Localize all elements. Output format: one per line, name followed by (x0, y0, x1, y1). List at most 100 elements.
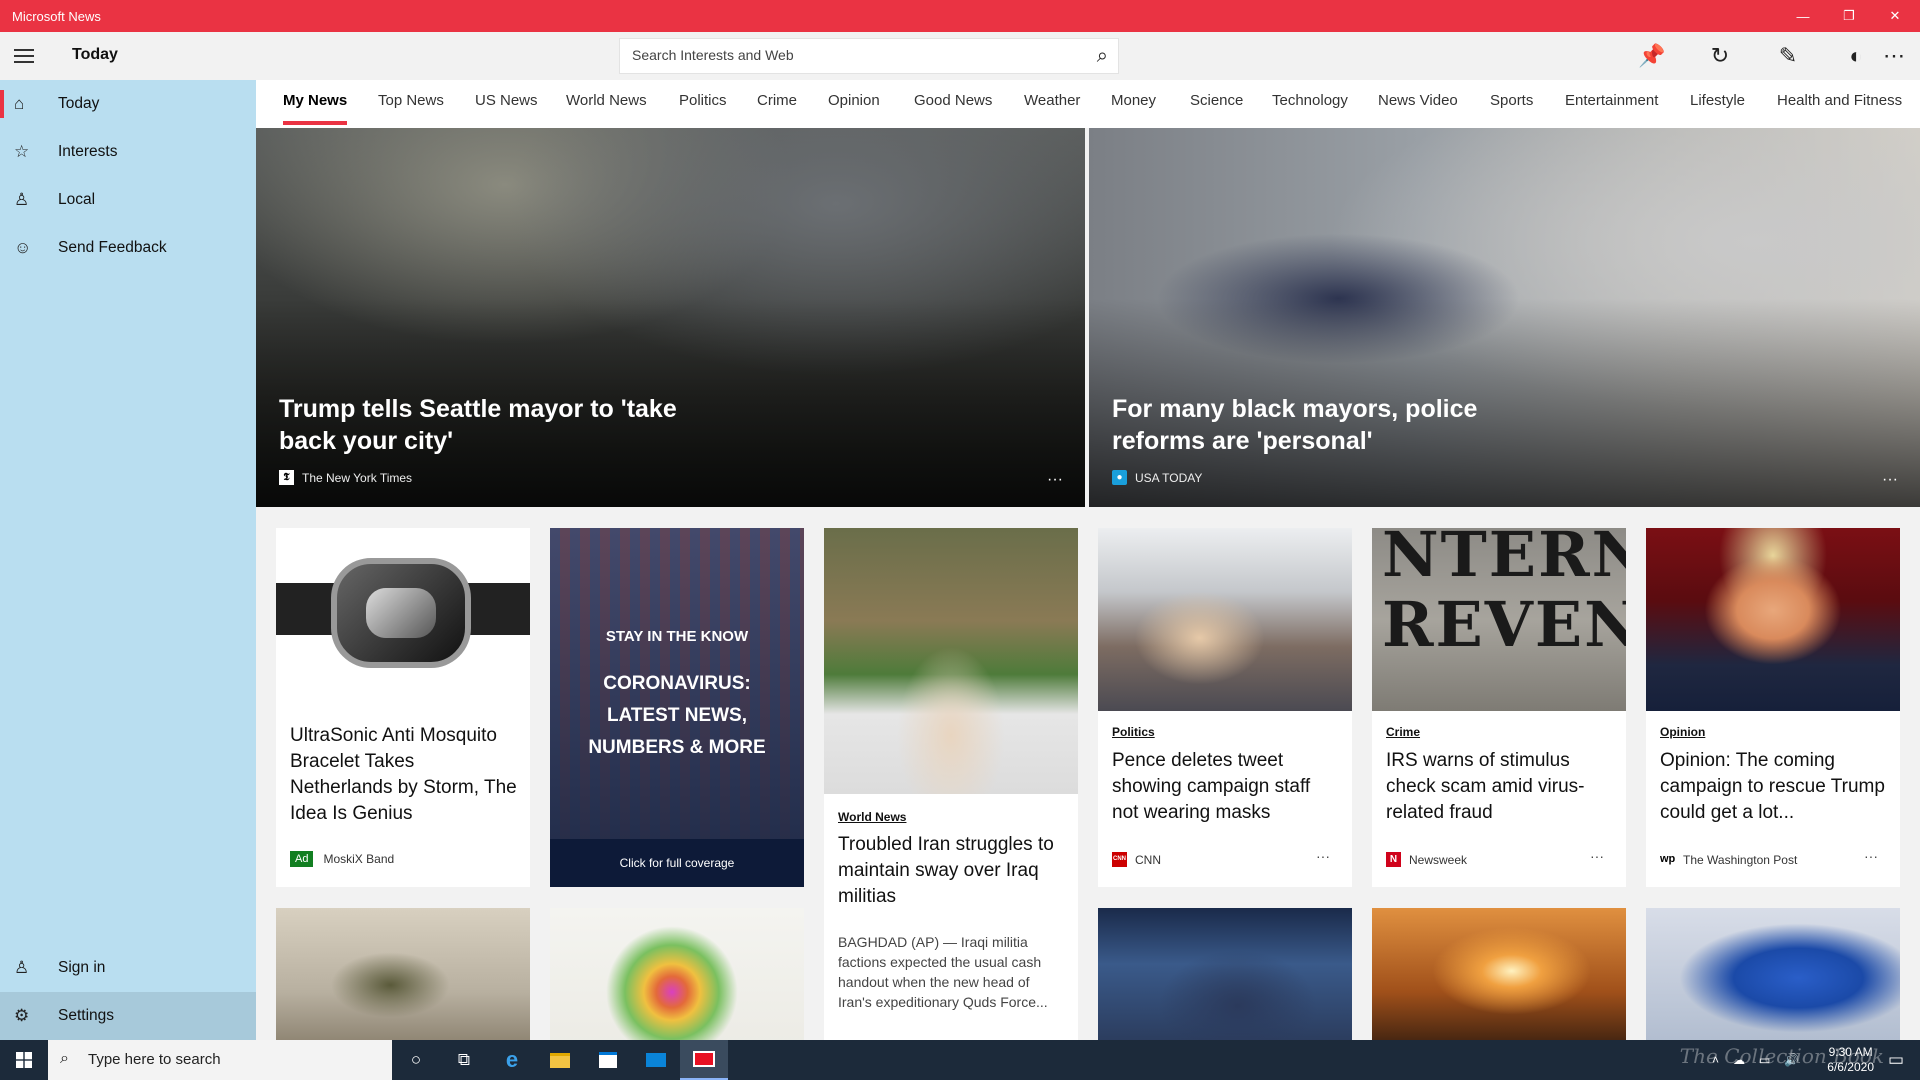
story-image (824, 528, 1078, 794)
microsoft-news-taskbar-icon[interactable] (680, 1040, 728, 1080)
sidebar-header: Today (0, 32, 256, 80)
sidebar-item-label: Send Feedback (58, 239, 167, 256)
tab-lifestyle[interactable]: Lifestyle (1690, 92, 1745, 109)
smiley-icon: ☺ (14, 238, 32, 257)
sidebar-item-local[interactable]: ♙ Local (0, 176, 256, 224)
gear-icon: ⚙ (14, 1006, 30, 1025)
tab-opinion[interactable]: Opinion (828, 92, 880, 109)
cortana-icon[interactable]: ○ (392, 1040, 440, 1080)
sidebar-item-send-feedback[interactable]: ☺ Send Feedback (0, 224, 256, 272)
hero-source: 𝕿 The New York Times (279, 470, 412, 485)
edit-icon[interactable]: ✎ (1770, 40, 1806, 72)
card-category[interactable]: Opinion (1660, 725, 1705, 739)
irs-building-lettering: NTERN REVEN (1382, 528, 1626, 661)
more-options-icon[interactable]: ··· (1316, 848, 1330, 864)
story-card-iran[interactable]: World News Troubled Iran struggles to ma… (824, 528, 1078, 1040)
close-button[interactable]: ✕ (1872, 0, 1918, 32)
story-card-partial[interactable] (1098, 908, 1352, 1040)
tab-top-news[interactable]: Top News (378, 92, 444, 109)
tab-my-news[interactable]: My News (283, 92, 348, 125)
card-category[interactable]: World News (838, 810, 906, 824)
clock-date: 6/6/2020 (1827, 1060, 1874, 1074)
more-options-icon[interactable]: ··· (1864, 848, 1878, 864)
sidebar-item-settings[interactable]: ⚙ Settings (0, 992, 256, 1040)
story-card-partial[interactable] (1372, 908, 1626, 1040)
notifications-icon[interactable]: ▭ (1872, 1040, 1920, 1080)
taskbar-search-placeholder: Type here to search (88, 1051, 221, 1068)
hero-source-name: USA TODAY (1135, 470, 1203, 485)
ad-card[interactable]: UltraSonic Anti Mosquito Bracelet Takes … (276, 528, 530, 887)
store-icon[interactable] (584, 1040, 632, 1080)
tab-science[interactable]: Science (1190, 92, 1243, 109)
card-headline[interactable]: UltraSonic Anti Mosquito Bracelet Takes … (290, 723, 518, 827)
coronavirus-promo-card[interactable]: STAY IN THE KNOW CORONAVIRUS: LATEST NEW… (550, 528, 804, 887)
more-options-icon[interactable]: ⋯ (1876, 40, 1912, 72)
hero-story-seattle[interactable]: Trump tells Seattle mayor to 'take back … (256, 128, 1085, 507)
story-card-pence[interactable]: Politics Pence deletes tweet showing cam… (1098, 528, 1352, 887)
card-source-name: CNN (1135, 852, 1161, 867)
search-input[interactable] (632, 47, 1072, 63)
tab-health-and-fitness[interactable]: Health and Fitness (1777, 92, 1902, 109)
tab-crime[interactable]: Crime (757, 92, 797, 109)
mail-icon[interactable] (632, 1040, 680, 1080)
hero-story-mayors[interactable]: For many black mayors, police reforms ar… (1089, 128, 1920, 507)
theme-toggle-icon[interactable]: ◐ (1838, 40, 1874, 72)
hamburger-menu-button[interactable] (0, 32, 48, 80)
full-coverage-button[interactable]: Click for full coverage (550, 839, 804, 887)
story-card-partial[interactable] (276, 908, 530, 1040)
tab-technology[interactable]: Technology (1272, 92, 1348, 109)
more-options-icon[interactable]: ··· (1882, 471, 1898, 489)
card-headline[interactable]: IRS warns of stimulus check scam amid vi… (1386, 748, 1614, 826)
restore-button[interactable]: ❐ (1826, 0, 1872, 32)
promo-headline[interactable]: CORONAVIRUS: LATEST NEWS, NUMBERS & MORE (570, 668, 784, 764)
sidebar-item-interests[interactable]: ☆ Interests (0, 128, 256, 176)
task-view-icon[interactable]: ⧉ (440, 1040, 488, 1080)
hero-source: ● USA TODAY (1112, 470, 1202, 485)
more-options-icon[interactable]: ··· (1047, 471, 1063, 489)
card-source: wp The Washington Post (1660, 852, 1797, 867)
tab-weather[interactable]: Weather (1024, 92, 1080, 109)
windows-logo-icon (16, 1052, 32, 1068)
sidebar-item-label: Settings (58, 1007, 115, 1024)
taskbar-search-box[interactable]: ⌕ Type here to search (48, 1040, 392, 1080)
card-source-name: MoskiX Band (323, 852, 395, 866)
card-category[interactable]: Crime (1386, 725, 1420, 739)
story-card-opinion[interactable]: Opinion Opinion: The coming campaign to … (1646, 528, 1900, 887)
weather-map-card[interactable] (550, 908, 804, 1040)
edge-icon[interactable]: e (488, 1040, 536, 1080)
refresh-icon[interactable]: ↻ (1702, 40, 1738, 72)
card-headline[interactable]: Opinion: The coming campaign to rescue T… (1660, 748, 1888, 826)
search-icon: ⌕ (60, 1050, 69, 1067)
hero-headline[interactable]: For many black mayors, police reforms ar… (1112, 393, 1572, 457)
tab-entertainment[interactable]: Entertainment (1565, 92, 1658, 109)
card-category[interactable]: Politics (1112, 725, 1155, 739)
card-headline[interactable]: Troubled Iran struggles to maintain sway… (838, 832, 1066, 910)
clock[interactable]: 9:30 AM 6/6/2020 (1827, 1045, 1874, 1075)
search-box[interactable]: ⌕ (619, 38, 1119, 74)
sidebar: Today ⌂ Today ☆ Interests ♙ Local ☺ Send… (0, 32, 256, 1040)
sidebar-item-sign-in[interactable]: ♙ Sign in (0, 944, 256, 992)
more-options-icon[interactable]: ··· (1590, 848, 1604, 864)
tab-sports[interactable]: Sports (1490, 92, 1533, 109)
tab-us-news[interactable]: US News (475, 92, 538, 109)
tab-world-news[interactable]: World News (566, 92, 647, 109)
story-image (276, 908, 530, 1040)
story-card-partial[interactable] (1646, 908, 1900, 1040)
tab-news-video[interactable]: News Video (1378, 92, 1458, 109)
tab-money[interactable]: Money (1111, 92, 1156, 109)
start-button[interactable] (0, 1040, 48, 1080)
pin-icon[interactable]: 📌 (1634, 40, 1670, 72)
tab-politics[interactable]: Politics (679, 92, 727, 109)
sidebar-item-label: Local (58, 191, 96, 208)
card-headline[interactable]: Pence deletes tweet showing campaign sta… (1112, 748, 1340, 826)
bracelet-image (276, 528, 530, 703)
story-card-irs[interactable]: NTERN REVEN Crime IRS warns of stimulus … (1372, 528, 1626, 887)
tab-good-news[interactable]: Good News (914, 92, 992, 109)
search-icon[interactable]: ⌕ (1097, 45, 1108, 68)
minimize-button[interactable]: — (1780, 0, 1826, 32)
newsweek-logo-icon: N (1386, 852, 1401, 867)
hero-headline[interactable]: Trump tells Seattle mayor to 'take back … (279, 393, 739, 457)
sidebar-item-today[interactable]: ⌂ Today (0, 80, 256, 128)
sidebar-item-label: Today (58, 95, 100, 112)
file-explorer-icon[interactable] (536, 1040, 584, 1080)
